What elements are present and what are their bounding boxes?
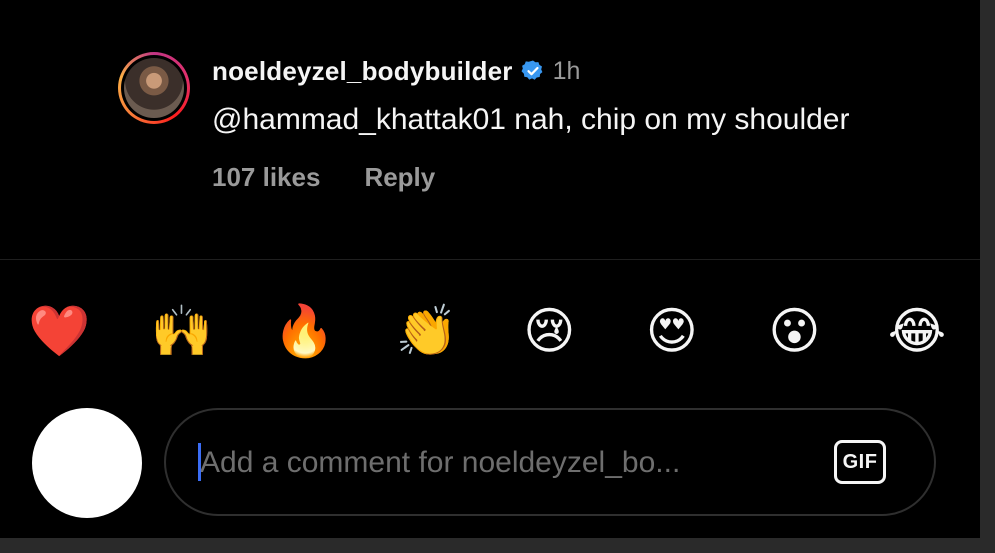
verified-badge-icon <box>521 60 542 80</box>
comment-meta: 107 likes Reply <box>212 162 892 193</box>
window-frame-right <box>980 0 995 553</box>
gif-button[interactable]: GIF <box>834 440 886 484</box>
reaction-red-heart[interactable]: ❤️ <box>28 300 90 362</box>
reaction-crying-face[interactable]: 😢 <box>518 300 580 362</box>
comment-item: noeldeyzel_bodybuilder 1h @hammad_khatta… <box>118 52 938 252</box>
comment-body: noeldeyzel_bodybuilder 1h @hammad_khatta… <box>212 55 892 193</box>
comment-timestamp: 1h <box>552 56 581 85</box>
reaction-tears-of-joy[interactable]: 😂 <box>886 300 948 362</box>
comment-input[interactable] <box>198 436 782 490</box>
commenter-avatar[interactable] <box>118 52 190 124</box>
quick-reactions-bar: ❤️ 🙌 🔥 👏 😢 😍 😮 😂 <box>28 300 948 362</box>
reaction-heart-eyes[interactable]: 😍 <box>641 300 703 362</box>
comment-text: @hammad_khattak01 nah, chip on my should… <box>212 103 850 136</box>
commenter-username[interactable]: noeldeyzel_bodybuilder <box>212 56 513 87</box>
text-caret <box>198 443 201 481</box>
reaction-fire[interactable]: 🔥 <box>273 300 335 362</box>
reply-button[interactable]: Reply <box>364 162 435 193</box>
avatar-inner <box>121 55 187 121</box>
username-row: noeldeyzel_bodybuilder 1h <box>212 55 892 87</box>
reaction-clapping-hands[interactable]: 👏 <box>396 300 458 362</box>
comment-screen: noeldeyzel_bodybuilder 1h @hammad_khatta… <box>0 0 980 538</box>
likes-count[interactable]: 107 likes <box>212 162 320 193</box>
avatar-photo <box>124 58 184 118</box>
reaction-raising-hands[interactable]: 🙌 <box>151 300 213 362</box>
reaction-surprised-face[interactable]: 😮 <box>763 300 825 362</box>
current-user-avatar <box>32 408 142 518</box>
window-frame-bottom <box>0 538 995 553</box>
section-divider <box>0 259 980 260</box>
comment-composer: GIF <box>164 408 936 516</box>
